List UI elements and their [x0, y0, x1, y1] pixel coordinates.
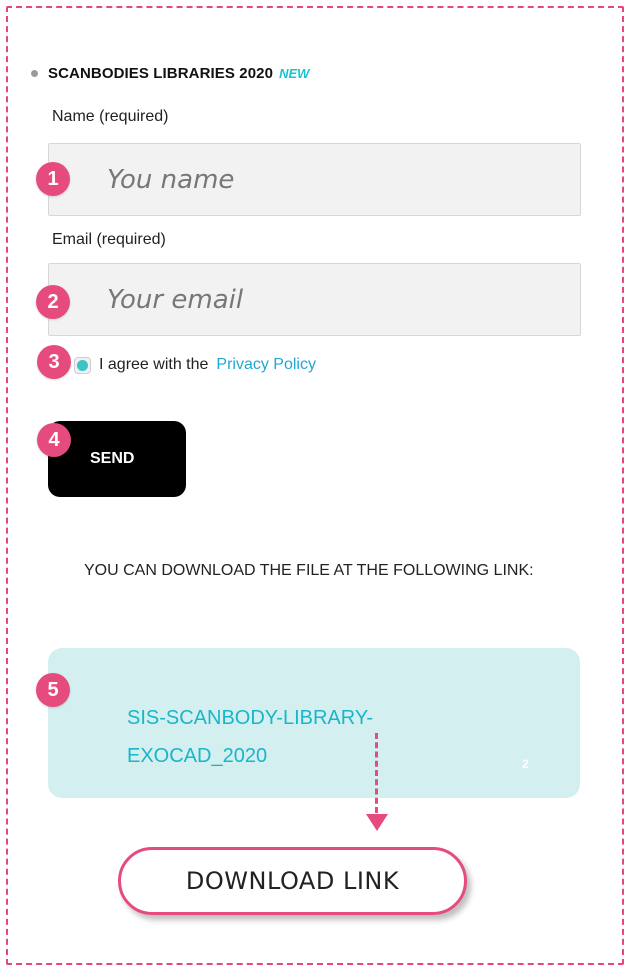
checkbox-checked-icon [77, 359, 88, 371]
name-label: Name (required) [52, 108, 169, 125]
name-field[interactable]: You name [48, 143, 581, 216]
step-marker-4: 4 [37, 423, 71, 457]
privacy-checkbox[interactable] [74, 356, 91, 374]
privacy-agreement: I agree with the Privacy Policy [74, 353, 316, 377]
heading-title: SCANBODIES LIBRARIES 2020 [48, 64, 274, 82]
bullet-icon [31, 69, 38, 77]
arrow-line [375, 733, 378, 813]
step-marker-5: 5 [36, 673, 70, 707]
download-message: YOU CAN DOWNLOAD THE FILE AT THE FOLLOWI… [84, 562, 534, 579]
section-heading: SCANBODIES LIBRARIES 2020 NEW [31, 62, 309, 84]
new-badge: NEW [279, 65, 310, 81]
step-marker-2: 2 [36, 285, 70, 319]
box-counter: 2 [522, 757, 529, 771]
email-label: Email (required) [52, 231, 166, 248]
step-marker-3: 3 [37, 345, 71, 379]
email-field[interactable]: Your email [48, 263, 581, 336]
agree-text: I agree with the [99, 356, 209, 373]
arrow-down-icon [366, 814, 388, 831]
step-marker-1: 1 [36, 162, 70, 196]
download-link-button[interactable]: DOWNLOAD LINK [118, 847, 467, 915]
privacy-policy-link[interactable]: Privacy Policy [216, 356, 316, 374]
download-file-link[interactable]: SIS-SCANBODY-LIBRARY-EXOCAD_2020 [127, 699, 487, 775]
